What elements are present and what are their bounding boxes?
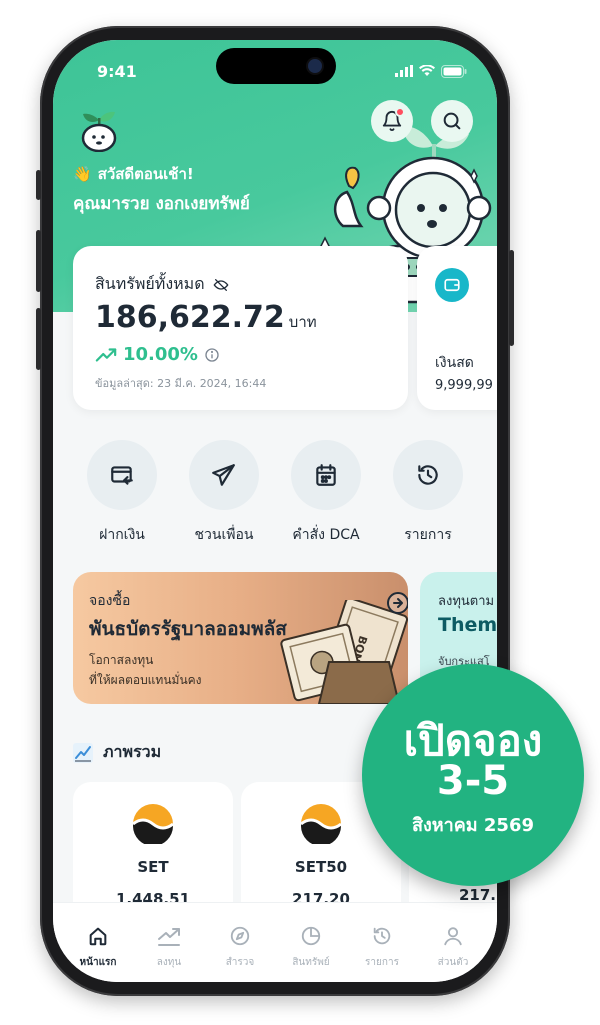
status-icons xyxy=(395,64,467,78)
index-name: SET50 xyxy=(294,858,348,876)
index-card-set[interactable]: SET 1,448.51 xyxy=(73,782,233,922)
quick-action-label: ฝากเงิน xyxy=(99,527,145,543)
promo-subtitle: โอกาสลงทุน ที่ให้ผลตอบแทนมั่นคง xyxy=(89,650,202,690)
wave-icon: 👋 xyxy=(73,165,92,183)
calendar-icon xyxy=(291,440,361,510)
status-time: 9:41 xyxy=(97,62,137,81)
wallet-icon xyxy=(435,268,469,302)
notification-button[interactable] xyxy=(371,100,413,142)
total-assets-amount: 186,622.72 xyxy=(95,300,285,335)
index-name: SET xyxy=(137,858,169,876)
pie-chart-icon xyxy=(301,926,321,946)
total-assets-label: สินทรัพย์ทั้งหมด xyxy=(95,274,205,293)
nav-label: สินทรัพย์ xyxy=(292,957,330,968)
promo-kicker: จองซื้อ xyxy=(89,593,131,609)
cash-amount: 9,999,99 xyxy=(435,378,493,393)
user-icon xyxy=(444,927,462,946)
user-name: คุณมารวย งอกเงยทรัพย์ xyxy=(73,194,250,214)
promo2-kicker: ลงทุนตาม xyxy=(438,594,495,609)
total-assets-label-row: สินทรัพย์ทั้งหมด xyxy=(95,272,229,297)
currency-unit: บาท xyxy=(288,313,317,331)
quick-action-invite[interactable]: ชวนเพื่อน xyxy=(179,440,269,546)
trend-up-icon xyxy=(95,347,117,362)
notification-dot xyxy=(395,107,405,117)
last-updated-text: ข้อมูลล่าสุด: 23 มี.ค. 2024, 16:44 xyxy=(95,377,267,390)
greeting-text: สวัสดีตอนเช้า! xyxy=(97,165,194,183)
bond-notes-illustration: BOND xyxy=(280,600,408,704)
total-assets-amount-row: 186,622.72 บาท xyxy=(95,300,317,335)
quick-action-dca[interactable]: คำสั่ง DCA xyxy=(281,440,371,546)
power-button xyxy=(509,250,514,346)
set50-logo-icon xyxy=(300,804,342,846)
overview-title-text: ภาพรวม xyxy=(103,742,162,761)
history-icon xyxy=(373,927,391,945)
return-percent: 10.00% xyxy=(123,344,198,365)
quick-action-label: คำสั่ง DCA xyxy=(292,527,360,543)
app-logo-icon xyxy=(81,111,117,152)
nav-profile[interactable]: ส่วนตัว xyxy=(421,923,485,970)
quick-action-label: รายการ xyxy=(404,527,452,543)
invest-chart-icon xyxy=(158,928,180,946)
info-icon[interactable] xyxy=(204,347,220,363)
cash-label: เงินสด xyxy=(435,355,474,371)
badge-month-year: สิงหาคม 2569 xyxy=(411,815,535,836)
nav-label: รายการ xyxy=(365,957,399,968)
greeting-block: 👋 สวัสดีตอนเช้า! คุณมารวย งอกเงยทรัพย์ xyxy=(73,162,250,217)
search-button[interactable] xyxy=(431,100,473,142)
dynamic-island xyxy=(216,48,336,84)
wifi-icon xyxy=(419,65,435,76)
mute-switch xyxy=(36,170,41,200)
camera-icon xyxy=(308,59,322,73)
status-bar: 9:41 xyxy=(53,40,497,90)
nav-label: ลงทุน xyxy=(156,957,182,968)
badge-dates: 3-5 xyxy=(436,758,510,804)
battery-icon xyxy=(441,64,467,78)
send-icon xyxy=(189,440,259,510)
nav-label: สำรวจ xyxy=(225,957,255,968)
quick-action-history[interactable]: รายการ xyxy=(383,440,473,546)
nav-invest[interactable]: ลงทุน xyxy=(137,923,201,970)
home-icon xyxy=(89,927,107,946)
nav-assets[interactable]: สินทรัพย์ xyxy=(279,923,343,970)
chart-icon xyxy=(73,742,93,763)
hide-balance-icon[interactable] xyxy=(213,277,229,293)
promo2-title: Thema xyxy=(438,614,497,636)
search-icon xyxy=(443,112,461,130)
volume-down-button xyxy=(36,308,41,370)
overview-section-title: ภาพรวม xyxy=(73,740,161,765)
signal-icon xyxy=(395,65,413,77)
bottom-navigation: หน้าแรก ลงทุน สำรวจ สินทรัพย์ รายการ ส่ว… xyxy=(53,902,497,982)
bond-promo-banner[interactable]: จองซื้อ พันธบัตรรัฐบาลออมพลัส โอกาสลงทุน… xyxy=(73,572,408,704)
history-icon xyxy=(393,440,463,510)
arrow-right-icon xyxy=(387,592,408,614)
compass-icon xyxy=(230,926,250,946)
volume-up-button xyxy=(36,230,41,292)
nav-home[interactable]: หน้าแรก xyxy=(66,923,130,970)
cash-card[interactable]: เงินสด 9,999,99 xyxy=(417,246,497,410)
quick-action-deposit[interactable]: ฝากเงิน xyxy=(77,440,167,546)
quick-action-label: ชวนเพื่อน xyxy=(194,527,254,543)
set-logo-icon xyxy=(132,804,174,846)
nav-label: ส่วนตัว xyxy=(437,957,469,968)
total-assets-card[interactable]: สินทรัพย์ทั้งหมด 186,622.72 บาท 10.00% ข้… xyxy=(73,246,408,410)
return-change-row: 10.00% xyxy=(95,344,220,365)
promo-date-badge: เปิดจอง 3-5 สิงหาคม 2569 xyxy=(362,664,584,886)
promo-subtitle-line1: โอกาสลงทุน xyxy=(89,653,154,667)
promo-subtitle-line2: ที่ให้ผลตอบแทนมั่นคง xyxy=(89,673,202,687)
deposit-icon xyxy=(87,440,157,510)
nav-transactions[interactable]: รายการ xyxy=(350,923,414,970)
nav-explore[interactable]: สำรวจ xyxy=(208,923,272,970)
nav-label: หน้าแรก xyxy=(79,957,117,968)
promo-title: พันธบัตรรัฐบาลออมพลัส xyxy=(89,618,287,640)
